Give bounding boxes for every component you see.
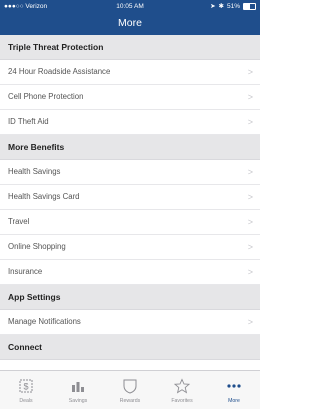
row-label: ID Theft Aid xyxy=(8,117,49,126)
row-label: Health Savings xyxy=(8,167,61,176)
section-header-more-benefits: More Benefits xyxy=(0,135,260,160)
row-health-savings[interactable]: Health Savings > xyxy=(0,160,260,185)
chevron-right-icon: > xyxy=(247,217,253,227)
row-label: 24 Hour Roadside Assistance xyxy=(8,67,111,76)
more-icon xyxy=(226,376,242,396)
tab-label: Savings xyxy=(68,398,88,404)
svg-text:$: $ xyxy=(23,382,28,392)
chevron-right-icon: > xyxy=(247,317,253,327)
tab-more[interactable]: More xyxy=(208,371,260,409)
chevron-right-icon: > xyxy=(247,267,253,277)
row-cell-phone-protection[interactable]: Cell Phone Protection > xyxy=(0,85,260,110)
section-header-triple-threat: Triple Threat Protection xyxy=(0,35,260,60)
tab-rewards[interactable]: Rewards xyxy=(104,371,156,409)
chevron-right-icon: > xyxy=(247,167,253,177)
row-travel[interactable]: Travel > xyxy=(0,210,260,235)
tab-label: More xyxy=(228,398,240,404)
row-label: Insurance xyxy=(8,267,43,276)
navigation-bar: ●●●○○ Verizon 10:05 AM ➤ ✱ 51% More xyxy=(0,0,260,35)
status-right: ➤ ✱ 51% xyxy=(210,0,256,13)
battery-percent: 51% xyxy=(226,3,240,10)
chevron-right-icon: > xyxy=(247,117,253,127)
page-title: More xyxy=(118,17,142,29)
battery-icon xyxy=(243,3,256,10)
row-label: Travel xyxy=(8,217,30,226)
row-insurance[interactable]: Insurance > xyxy=(0,260,260,285)
row-id-theft-aid[interactable]: ID Theft Aid > xyxy=(0,110,260,135)
chevron-right-icon: > xyxy=(247,192,253,202)
tab-label: Favorites xyxy=(171,398,193,404)
row-label: Online Shopping xyxy=(8,242,66,251)
tab-deals[interactable]: $ Deals xyxy=(0,371,52,409)
deals-icon: $ xyxy=(18,376,34,396)
tab-savings[interactable]: Savings xyxy=(52,371,104,409)
row-label: Health Savings Card xyxy=(8,192,80,201)
row-manage-notifications[interactable]: Manage Notifications > xyxy=(0,310,260,335)
savings-icon xyxy=(70,376,86,396)
chevron-right-icon: > xyxy=(247,67,253,77)
tab-favorites[interactable]: Favorites xyxy=(156,371,208,409)
rewards-icon xyxy=(122,376,138,396)
tab-label: Rewards xyxy=(119,398,141,404)
row-label: Manage Notifications xyxy=(8,317,81,326)
row-label: Cell Phone Protection xyxy=(8,92,84,101)
row-online-shopping[interactable]: Online Shopping > xyxy=(0,235,260,260)
more-list: Triple Threat Protection 24 Hour Roadsid… xyxy=(0,35,260,370)
status-bar: ●●●○○ Verizon 10:05 AM ➤ ✱ 51% xyxy=(0,0,260,13)
section-header-app-settings: App Settings xyxy=(0,285,260,310)
favorites-icon xyxy=(174,376,190,396)
tab-label: Deals xyxy=(19,398,33,404)
bluetooth-icon: ✱ xyxy=(218,3,224,10)
location-icon: ➤ xyxy=(210,3,216,10)
chevron-right-icon: > xyxy=(247,242,253,252)
row-health-savings-card[interactable]: Health Savings Card > xyxy=(0,185,260,210)
tab-bar: $ Deals Savings Rewards Favorites More xyxy=(0,370,260,409)
chevron-right-icon: > xyxy=(247,92,253,102)
section-header-connect: Connect xyxy=(0,335,260,360)
row-roadside-assistance[interactable]: 24 Hour Roadside Assistance > xyxy=(0,60,260,85)
